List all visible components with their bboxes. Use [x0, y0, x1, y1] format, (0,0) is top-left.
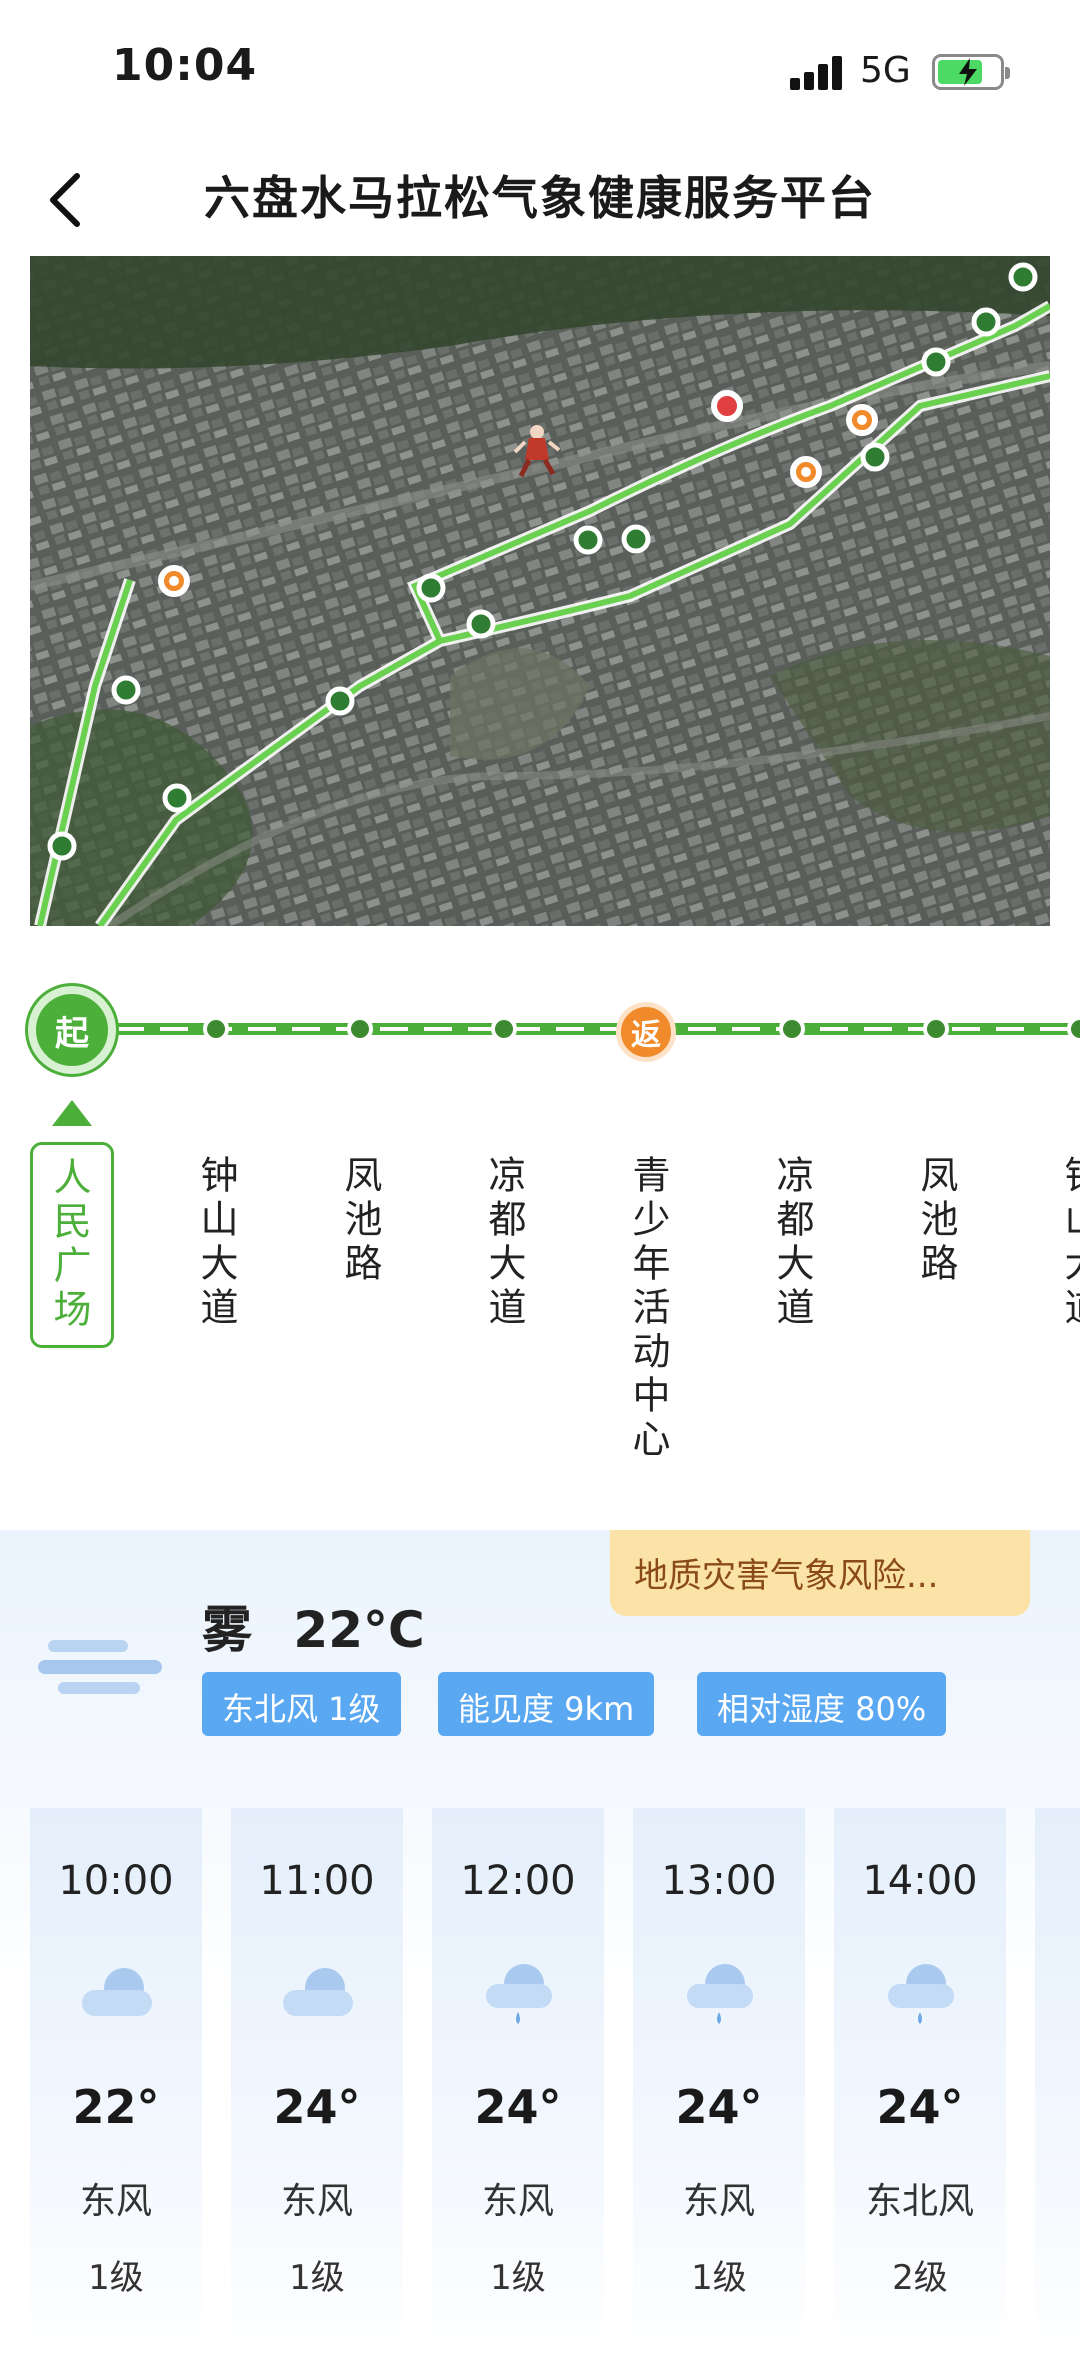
hour-wind-direction: 东风 — [481, 2181, 554, 2222]
stop-name[interactable]: 凉都大道 — [762, 1155, 822, 1331]
hourly-card[interactable]: 10:00 22° 东风 1级 — [30, 1808, 202, 2368]
return-badge: 返 — [616, 1002, 676, 1062]
cloudy-icon — [277, 1960, 357, 2030]
hour-temperature: 22° — [72, 2080, 160, 2134]
hour-time: 14:00 — [862, 1858, 978, 1904]
current-temperature: 22°C — [293, 1601, 425, 1659]
hourly-card[interactable]: 14:00 24° 东北风 2级 — [834, 1808, 1006, 2368]
weather-panel: 地质灾害气象风险... 雾 22°C 东北风 1级 能见度 9km 相对湿度 8… — [0, 1530, 1080, 2368]
stop-name[interactable]: 凤池路 — [330, 1155, 390, 1287]
hour-temperature: 24° — [273, 2080, 361, 2134]
hour-time: 12:00 — [460, 1858, 576, 1904]
stop-marker[interactable] — [923, 1016, 949, 1042]
stop-name[interactable]: 钟山大道 — [1050, 1155, 1080, 1331]
hour-time: 11:00 — [259, 1858, 375, 1904]
hourly-card[interactable]: 11:00 24° 东风 1级 — [231, 1808, 403, 2368]
cloudy-icon — [76, 1960, 156, 2030]
current-condition: 雾 22°C — [202, 1590, 425, 1662]
start-badge: 起 — [28, 986, 116, 1074]
geohazard-risk-tag[interactable]: 地质灾害气象风险... — [610, 1530, 1030, 1616]
hour-temperature: 24° — [876, 2080, 964, 2134]
signal-icon — [790, 56, 844, 90]
nav-header: 六盘水马拉松气象健康服务平台 — [0, 140, 1080, 260]
route-map[interactable] — [30, 256, 1050, 926]
hourly-card-partial[interactable] — [1035, 1808, 1080, 2368]
stop-marker[interactable] — [347, 1016, 373, 1042]
hour-time: 10:00 — [58, 1858, 174, 1904]
stop-name[interactable]: 钟山大道 — [186, 1155, 246, 1331]
stop-name[interactable]: 青少年活动中心 — [618, 1155, 678, 1463]
hour-time: 13:00 — [661, 1858, 777, 1904]
network-type: 5G — [860, 50, 911, 91]
humidity-chip: 相对湿度 80% — [697, 1672, 947, 1736]
stop-marker[interactable] — [1067, 1016, 1080, 1042]
stop-name[interactable]: 凤池路 — [906, 1155, 966, 1287]
hour-wind-level: 1级 — [88, 2258, 144, 2298]
stop-marker[interactable] — [491, 1016, 517, 1042]
hour-wind-level: 1级 — [691, 2258, 747, 2298]
hour-wind-direction: 东北风 — [865, 2181, 974, 2222]
visibility-chip: 能见度 9km — [438, 1672, 655, 1736]
stop-name-selected[interactable]: 人民广场 — [30, 1142, 114, 1348]
hour-wind-level: 1级 — [490, 2258, 546, 2298]
status-time: 10:04 — [112, 40, 258, 91]
route-stops-timeline[interactable]: 起 返 人民广场 钟山大道 凤池路 凉都大道 青少年活动中心 凉都大道 凤池路 … — [0, 960, 1080, 1500]
light-rain-icon — [478, 1960, 558, 2030]
fog-icon — [38, 1630, 168, 1710]
stop-marker[interactable] — [779, 1016, 805, 1042]
hour-wind-direction: 东风 — [682, 2181, 755, 2222]
selected-indicator-icon — [52, 1100, 92, 1126]
stop-name[interactable]: 凉都大道 — [474, 1155, 534, 1331]
hour-wind-direction: 东风 — [79, 2181, 152, 2222]
light-rain-icon — [679, 1960, 759, 2030]
hour-wind-level: 1级 — [289, 2258, 345, 2298]
hour-wind-level: 2级 — [892, 2258, 948, 2298]
light-rain-icon — [880, 1960, 960, 2030]
wind-chip: 东北风 1级 — [202, 1672, 401, 1736]
hour-wind-direction: 东风 — [280, 2181, 353, 2222]
hour-temperature: 24° — [675, 2080, 763, 2134]
hour-temperature: 24° — [474, 2080, 562, 2134]
status-bar: 10:04 5G — [0, 0, 1080, 140]
hourly-card[interactable]: 12:00 24° 东风 1级 — [432, 1808, 604, 2368]
condition-label: 雾 — [202, 1601, 252, 1659]
battery-charging-icon — [932, 54, 1010, 90]
hourly-card[interactable]: 13:00 24° 东风 1级 — [633, 1808, 805, 2368]
stop-marker[interactable] — [203, 1016, 229, 1042]
page-title: 六盘水马拉松气象健康服务平台 — [204, 171, 876, 225]
